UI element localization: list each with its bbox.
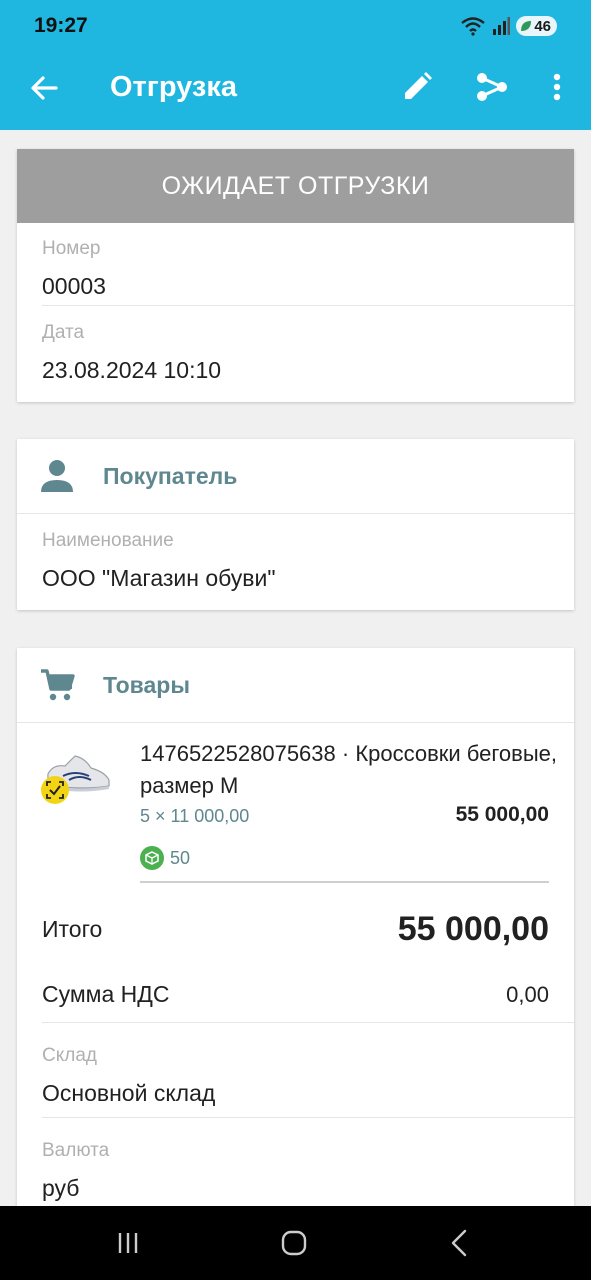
person-icon bbox=[41, 460, 73, 492]
home-icon[interactable] bbox=[279, 1228, 309, 1258]
status-bar: 19:27 46 bbox=[0, 0, 591, 44]
vat-row: Сумма НДС 0,00 bbox=[42, 981, 549, 1008]
buyer-header: Покупатель bbox=[17, 439, 574, 514]
product-sum: 55 000,00 bbox=[455, 803, 549, 826]
currency-label: Валюта bbox=[42, 1140, 110, 1161]
warehouse-field[interactable]: Склад Основной склад bbox=[17, 1023, 574, 1117]
shopping-cart-icon bbox=[41, 669, 75, 701]
leaf-icon bbox=[521, 21, 532, 31]
vat-label: Сумма НДС bbox=[42, 981, 170, 1007]
edit-pencil-icon[interactable] bbox=[400, 70, 434, 104]
date-value: 23.08.2024 10:10 bbox=[42, 357, 222, 383]
status-time: 19:27 bbox=[34, 14, 88, 37]
buyer-name-value: ООО "Магазин обуви" bbox=[42, 565, 276, 591]
page-title: Отгрузка bbox=[110, 71, 237, 103]
total-label: Итого bbox=[42, 916, 103, 942]
buyer-name-label: Наименование bbox=[42, 530, 174, 551]
share-icon[interactable] bbox=[474, 70, 508, 104]
date-label: Дата bbox=[42, 322, 85, 343]
system-icons: 46 bbox=[460, 14, 557, 38]
number-value: 00003 bbox=[42, 273, 106, 299]
product-divider bbox=[140, 881, 549, 883]
back-nav-icon[interactable] bbox=[445, 1228, 475, 1258]
system-navigation-bar bbox=[0, 1206, 591, 1280]
battery-level: 46 bbox=[534, 17, 551, 35]
goods-header: Товары bbox=[17, 648, 574, 723]
more-vert-icon[interactable] bbox=[540, 70, 574, 104]
buyer-heading: Покупатель bbox=[103, 462, 238, 489]
warehouse-label: Склад bbox=[42, 1045, 97, 1066]
goods-heading: Товары bbox=[103, 671, 190, 698]
signal-icon bbox=[493, 17, 511, 35]
date-field: Дата 23.08.2024 10:10 bbox=[17, 306, 574, 402]
marking-badge-icon bbox=[41, 776, 69, 804]
recent-apps-icon[interactable] bbox=[113, 1228, 143, 1258]
vat-value: 0,00 bbox=[506, 981, 549, 1007]
total-row: Итого 55 000,00 bbox=[42, 910, 549, 949]
stock-box-icon bbox=[140, 846, 164, 870]
back-arrow-icon[interactable] bbox=[28, 72, 60, 104]
status-banner: ОЖИДАЕТ ОТГРУЗКИ bbox=[17, 149, 574, 223]
battery-indicator: 46 bbox=[516, 16, 557, 36]
app-bar: Отгрузка bbox=[0, 44, 591, 130]
goods-card: Товары 1476522528075638 · Кроссовки бего… bbox=[17, 648, 574, 1218]
number-label: Номер bbox=[42, 238, 101, 259]
currency-field[interactable]: Валюта руб bbox=[17, 1118, 574, 1212]
product-qty-price: 5 × 11 000,00 bbox=[140, 806, 250, 826]
document-card: ОЖИДАЕТ ОТГРУЗКИ Номер 00003 Дата 23.08.… bbox=[17, 149, 574, 402]
number-field: Номер 00003 bbox=[17, 223, 574, 306]
warehouse-value: Основной склад bbox=[42, 1080, 216, 1106]
total-value: 55 000,00 bbox=[397, 910, 549, 948]
wifi-icon bbox=[461, 17, 486, 36]
currency-value: руб bbox=[42, 1175, 80, 1201]
buyer-card[interactable]: Покупатель Наименование ООО "Магазин обу… bbox=[17, 439, 574, 610]
stock-count: 50 bbox=[170, 847, 191, 868]
product-stock: 50 bbox=[140, 846, 190, 870]
buyer-name-field: Наименование ООО "Магазин обуви" bbox=[17, 514, 574, 610]
product-name: 1476522528075638 · Кроссовки беговые, ра… bbox=[140, 741, 558, 798]
